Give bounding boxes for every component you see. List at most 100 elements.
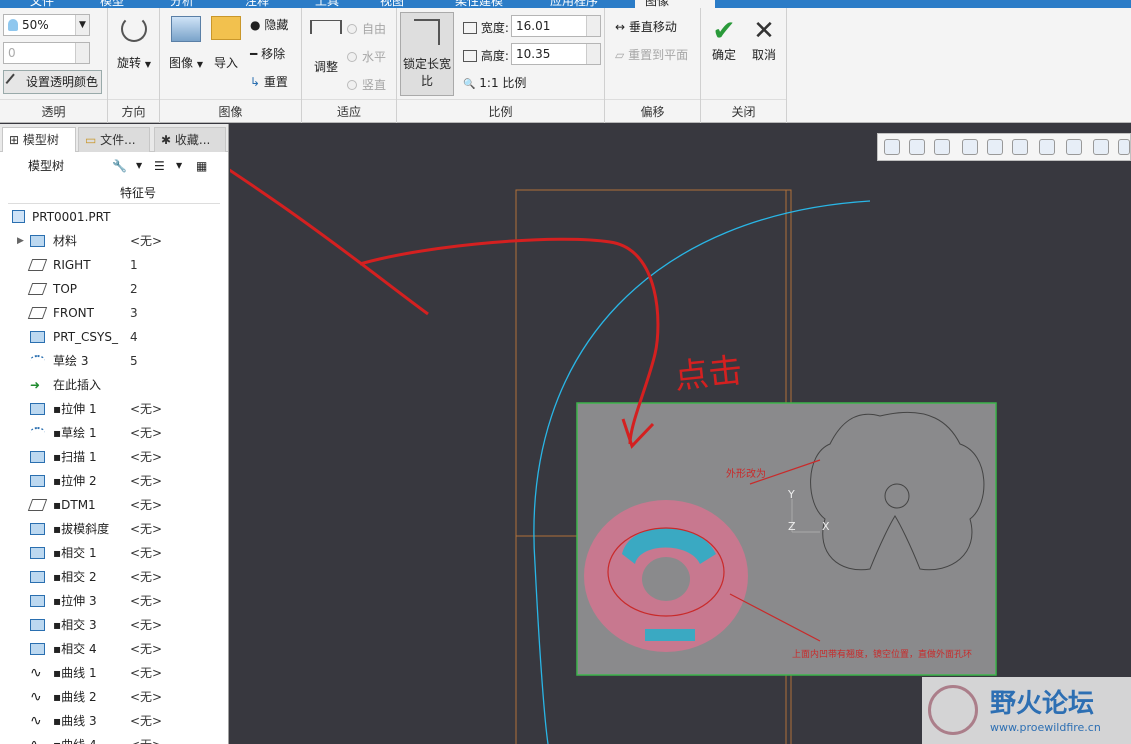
chevron-down-icon[interactable]: ▼	[136, 152, 142, 180]
radio-icon	[347, 52, 357, 62]
import-button[interactable]: 导入	[208, 16, 244, 71]
feature-id-header[interactable]: 特征号	[120, 182, 156, 204]
repaint-icon[interactable]	[962, 139, 978, 155]
stepper-icon[interactable]	[586, 16, 600, 36]
tab-analysis[interactable]: 分析	[160, 0, 204, 8]
datum-display-icon[interactable]	[1093, 139, 1109, 155]
radio-free[interactable]: 自由	[347, 20, 386, 37]
graphics-area[interactable]: 点击 外形改为 上面内凹带有翘度，镜空位置，直做外面孔环 Y Z X	[230, 124, 1131, 744]
perspective-icon[interactable]	[1066, 139, 1082, 155]
tools-icon[interactable]: 🔧	[112, 152, 127, 180]
transparency-value-input[interactable]: 0	[3, 42, 90, 64]
tree-row[interactable]: ▪相交 3 <无>	[0, 613, 220, 637]
height-input[interactable]: 10.35	[511, 43, 601, 65]
tree-row[interactable]: ▪拉伸 2 <无>	[0, 469, 220, 493]
vertical-move-button[interactable]: ↔ 垂直移动	[615, 18, 677, 35]
lock-aspect-ratio-button[interactable]: 锁定长宽 比	[400, 12, 454, 96]
tab-flexible-modeling[interactable]: 柔性建模	[445, 0, 513, 8]
tree-row[interactable]: ▪相交 4 <无>	[0, 637, 220, 661]
image-note-top: 外形改为	[726, 469, 766, 480]
reset-plane-label: 重置到平面	[628, 48, 689, 62]
radio-horizontal[interactable]: 水平	[347, 48, 386, 65]
tab-model-tree[interactable]: ⊞ 模型树	[2, 127, 76, 152]
curve-icon: ∿	[30, 665, 42, 681]
reset-to-plane-button[interactable]: ▱ 重置到平面	[615, 46, 688, 63]
tree-row-feature-id: <无>	[130, 546, 163, 560]
tree-row[interactable]: ∿ ▪曲线 2 <无>	[0, 685, 220, 709]
view-manager-icon[interactable]	[1039, 139, 1055, 155]
tree-row[interactable]: ∿ ▪曲线 3 <无>	[0, 709, 220, 733]
hide-label: 隐藏	[264, 18, 289, 32]
tree-row[interactable]: RIGHT 1	[0, 253, 220, 277]
tab-model[interactable]: 模型	[90, 0, 134, 8]
settings-list-icon[interactable]: ☰	[154, 152, 165, 180]
tree-row[interactable]: TOP 2	[0, 277, 220, 301]
tree-row[interactable]: ▪拉伸 1 <无>	[0, 397, 220, 421]
tree-row-name: ▪曲线 4	[53, 733, 97, 744]
annotation-display-icon[interactable]	[1118, 139, 1130, 155]
tree-row-feature-id: <无>	[130, 450, 163, 464]
tree-row[interactable]: ▪相交 1 <无>	[0, 541, 220, 565]
vertical-label: 竖直	[362, 78, 387, 92]
tree-row[interactable]: ▶ 材料 <无>	[0, 229, 220, 253]
radio-vertical[interactable]: 竖直	[347, 76, 386, 93]
set-transparent-color-button[interactable]: 设置透明颜色	[3, 70, 102, 94]
tab-annotate[interactable]: 注释	[235, 0, 279, 8]
tree-row[interactable]: ▪拔模斜度 <无>	[0, 517, 220, 541]
zoom-in-icon[interactable]	[909, 139, 925, 155]
tree-row[interactable]: ➜ 在此插入	[0, 373, 220, 397]
tree-row-name: PRT_CSYS_	[53, 330, 118, 344]
reset-button[interactable]: ↳ 重置	[250, 73, 288, 90]
tree-row[interactable]: ▪扫描 1 <无>	[0, 445, 220, 469]
cancel-button[interactable]: ✕ 取消	[747, 16, 781, 63]
tree-header-label: 模型树	[28, 159, 65, 173]
tree-row[interactable]: 草绘 3 5	[0, 349, 220, 373]
width-input[interactable]: 16.01	[511, 15, 601, 37]
tree-row-feature-id: <无>	[130, 522, 163, 536]
tree-row[interactable]: ∿ ▪曲线 1 <无>	[0, 661, 220, 685]
rotate-button[interactable]: 旋转 ▼	[112, 16, 156, 71]
tree-row[interactable]: ▪相交 2 <无>	[0, 565, 220, 589]
image-button[interactable]: 图像 ▼	[165, 16, 207, 71]
tree-row[interactable]: PRT_CSYS_ 4	[0, 325, 220, 349]
chevron-down-icon[interactable]: ▼	[75, 15, 89, 35]
chevron-down-icon: ▼	[196, 60, 203, 69]
group-scale: 锁定长宽 比 宽度: 16.01 高度: 10.35 🔍 1:1 比例 比例	[397, 8, 605, 123]
stepper-icon[interactable]	[586, 44, 600, 64]
tab-file[interactable]: 文件	[20, 0, 64, 8]
expand-icon[interactable]: ▶	[17, 229, 24, 253]
tab-view[interactable]: 视图	[370, 0, 414, 8]
tree-row[interactable]: ▪草绘 1 <无>	[0, 421, 220, 445]
ok-button[interactable]: ✔ 确定	[707, 16, 741, 63]
adjust-label: 调整	[313, 60, 338, 74]
intersect-icon	[30, 547, 45, 559]
tab-applications[interactable]: 应用程序	[540, 0, 608, 8]
adjust-button[interactable]: 调整	[308, 20, 344, 75]
saved-orientations-icon[interactable]	[1012, 139, 1028, 155]
tree-row[interactable]: ∿ ▪曲线 4 <无>	[0, 733, 220, 744]
tree-row[interactable]: ▪拉伸 3 <无>	[0, 589, 220, 613]
tab-image[interactable]: 图像	[635, 0, 715, 8]
group-close: ✔ 确定 ✕ 取消 关闭	[701, 8, 787, 123]
sketch-icon	[30, 427, 45, 439]
zoom-out-icon[interactable]	[934, 139, 950, 155]
tree-row[interactable]: FRONT 3	[0, 301, 220, 325]
tree-row[interactable]: ▪DTM1 <无>	[0, 493, 220, 517]
transparency-percent-select[interactable]: 50% ▼	[3, 14, 90, 36]
tree-row-feature-id: <无>	[130, 402, 163, 416]
stepper-icon[interactable]	[75, 43, 89, 63]
one-to-one-button[interactable]: 🔍 1:1 比例	[463, 74, 526, 91]
refit-icon[interactable]	[884, 139, 900, 155]
extrude-icon	[30, 595, 45, 607]
tab-files[interactable]: ▭ 文件...	[78, 127, 150, 152]
display-style-icon[interactable]	[987, 139, 1003, 155]
tab-tools[interactable]: 工具	[305, 0, 349, 8]
remove-button[interactable]: ━ 移除	[250, 45, 285, 62]
tree-root[interactable]: PRT0001.PRT	[0, 205, 220, 229]
tab-favorites[interactable]: ✱ 收藏...	[154, 127, 226, 152]
columns-icon[interactable]: ▦	[196, 152, 207, 180]
part-icon	[12, 210, 25, 223]
hide-button[interactable]: ● 隐藏	[250, 16, 288, 33]
group-label-image: 图像	[160, 99, 301, 120]
chevron-down-icon[interactable]: ▼	[176, 152, 182, 180]
